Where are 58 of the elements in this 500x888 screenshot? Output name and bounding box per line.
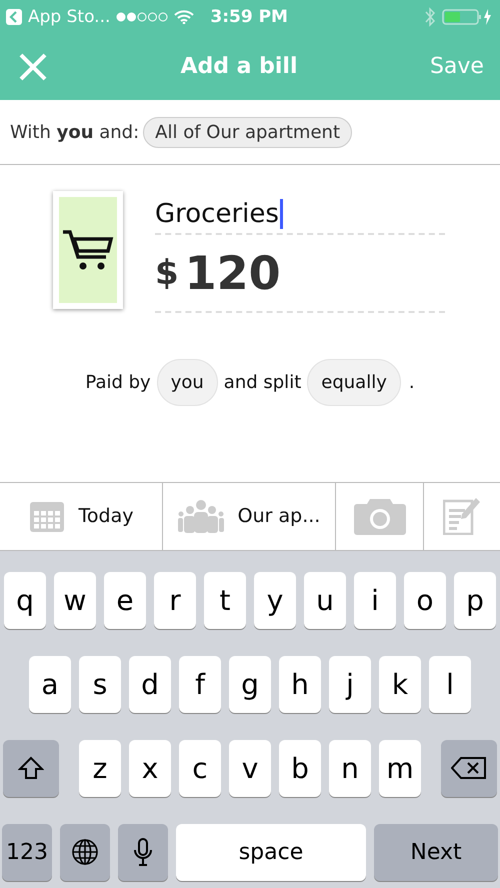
cart-icon [62,229,114,271]
shift-key[interactable] [3,740,59,796]
with-label: With you and: [10,122,140,142]
letter-key[interactable]: z [79,740,121,796]
letter-key[interactable]: d [129,656,171,712]
split-method-chip[interactable]: equally [307,359,401,406]
letter-key[interactable]: h [279,656,321,712]
letter-key[interactable]: x [129,740,171,796]
letter-key[interactable]: t [204,572,246,628]
microphone-icon [133,837,153,867]
payer-chip[interactable]: you [156,359,218,406]
screen-title: Add a bill [180,54,298,79]
bluetooth-icon [424,6,436,26]
category-button[interactable] [53,191,123,309]
letter-key[interactable]: p [454,572,496,628]
camera-icon [354,497,406,535]
letter-key[interactable]: y [254,572,296,628]
letter-key[interactable]: q [4,572,46,628]
letter-key[interactable]: b [279,740,321,796]
letter-key[interactable]: w [54,572,96,628]
letter-key[interactable]: i [354,572,396,628]
letter-key[interactable]: u [304,572,346,628]
letter-key[interactable]: o [404,572,446,628]
backspace-key[interactable] [441,740,497,796]
globe-icon [71,838,99,866]
letter-key[interactable]: g [229,656,271,712]
letter-key[interactable]: v [229,740,271,796]
numbers-key[interactable]: 123 [2,824,52,880]
letter-key[interactable]: f [179,656,221,712]
letter-key[interactable]: j [329,656,371,712]
letter-key[interactable]: n [329,740,371,796]
next-key[interactable]: Next [374,824,498,880]
letter-key[interactable]: e [104,572,146,628]
letter-key[interactable]: k [379,656,421,712]
people-icon [178,499,224,533]
space-key[interactable]: space [176,824,366,880]
description-field[interactable]: Groceries [155,191,445,235]
amount-field[interactable]: $120 [155,235,445,313]
group-chip[interactable]: All of Our apartment [143,116,352,148]
battery-icon [442,8,494,26]
status-time: 3:59 PM [210,6,288,26]
letter-key[interactable]: c [179,740,221,796]
letter-key[interactable]: m [379,740,421,796]
split-label: and split [224,372,302,393]
shift-icon [18,756,44,780]
paid-by-label: Paid by [85,372,151,393]
notepad-icon [443,497,481,535]
calendar-icon [28,499,65,533]
letter-key[interactable]: l [429,656,471,712]
globe-key[interactable] [60,824,110,880]
wifi-icon [174,10,194,24]
sentence-end: . [408,372,415,393]
letter-key[interactable]: s [79,656,121,712]
backspace-icon [451,756,487,780]
letter-key[interactable]: a [29,656,71,712]
microphone-key[interactable] [118,824,168,880]
signal-icon [116,12,168,22]
letter-key[interactable]: r [154,572,196,628]
